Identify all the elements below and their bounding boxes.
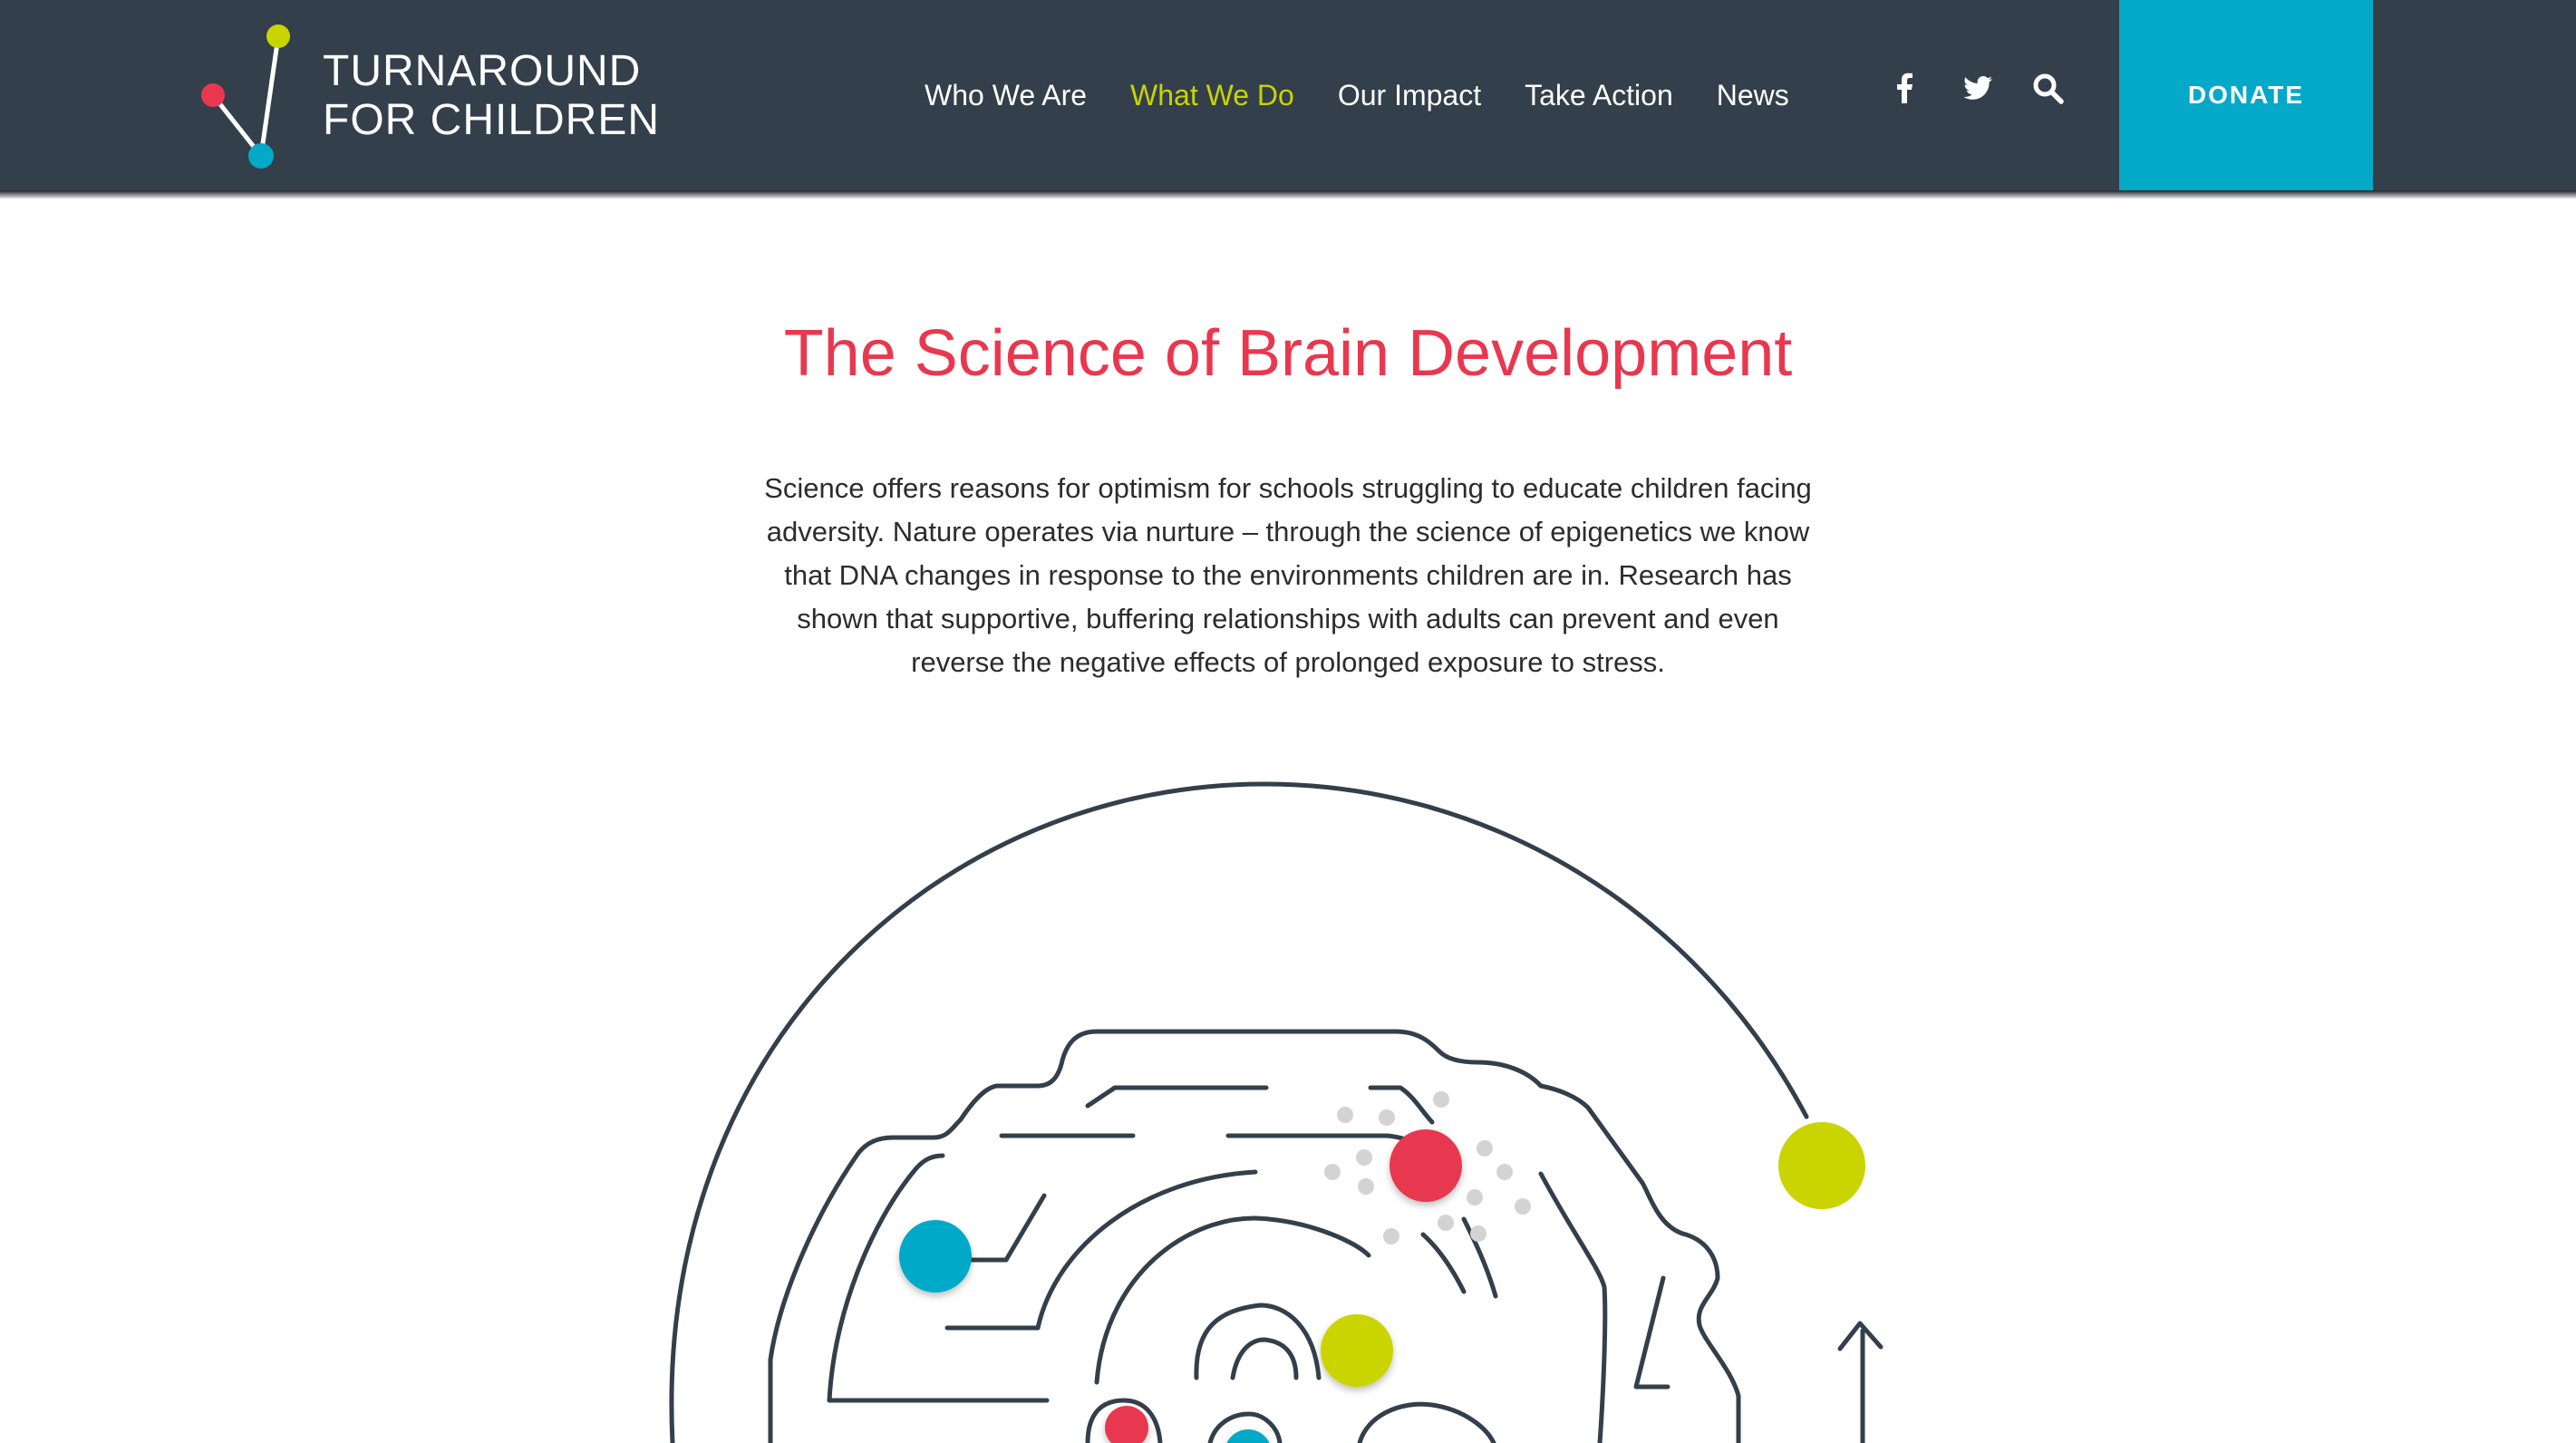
logo-line-2: FOR CHILDREN [323, 96, 661, 144]
nav-item-our-impact[interactable]: Our Impact [1338, 79, 1481, 112]
nav-item-what-we-do[interactable]: What We Do [1130, 79, 1294, 112]
lime-orbit-node [1778, 1122, 1865, 1209]
intro-line: Science offers reasons for optimism for … [764, 472, 1812, 504]
intro-line: reverse the negative effects of prolonge… [911, 646, 1665, 678]
red-node [1390, 1129, 1462, 1202]
logo[interactable]: TURNAROUND FOR CHILDREN [190, 20, 662, 174]
intro-line: adversity. Nature operates via nurture –… [766, 516, 1810, 547]
intro-line: shown that supportive, buffering relatio… [797, 603, 1779, 634]
maze-line [1085, 1085, 1269, 1109]
maze-line [944, 1169, 1258, 1331]
logo-line-1: TURNAROUND [323, 47, 642, 95]
page-title: The Science of Brain Development [783, 317, 1793, 390]
donate-button[interactable]: DONATE [2119, 0, 2373, 190]
site-header: TURNAROUND FOR CHILDREN Who We Are What … [0, 0, 2576, 190]
header-shadow [0, 190, 2576, 199]
maze-line [1357, 1401, 1496, 1443]
maze-line [1230, 1337, 1299, 1380]
maze-line [1003, 1193, 1047, 1263]
lime-node [1321, 1314, 1393, 1387]
intro-paragraph: Science offers reasons for optimism for … [735, 467, 1841, 684]
red-small-node [1105, 1406, 1148, 1443]
main-nav: Who We Are What We Do Our Impact Take Ac… [925, 73, 1833, 118]
cyan-small-node [1226, 1429, 1270, 1443]
nav-item-who-we-are[interactable]: Who We Are [925, 79, 1087, 112]
search-icon[interactable] [2030, 71, 2067, 107]
outer-arc [669, 781, 1809, 1443]
twitter-icon[interactable] [1960, 71, 1996, 107]
brain-maze-illustration [669, 781, 1884, 1443]
maze-line [1538, 1171, 1608, 1443]
nav-item-news[interactable]: News [1717, 79, 1789, 112]
logo-text: TURNAROUND FOR CHILDREN [323, 47, 660, 145]
nav-item-take-action[interactable]: Take Action [1525, 79, 1673, 112]
intro-line: that DNA changes in response to the envi… [784, 559, 1792, 591]
cyan-node [899, 1220, 972, 1293]
logo-mark-icon [201, 24, 290, 169]
maze-line [1633, 1275, 1671, 1390]
maze-line [1420, 1232, 1467, 1294]
facebook-icon[interactable] [1887, 71, 1923, 107]
